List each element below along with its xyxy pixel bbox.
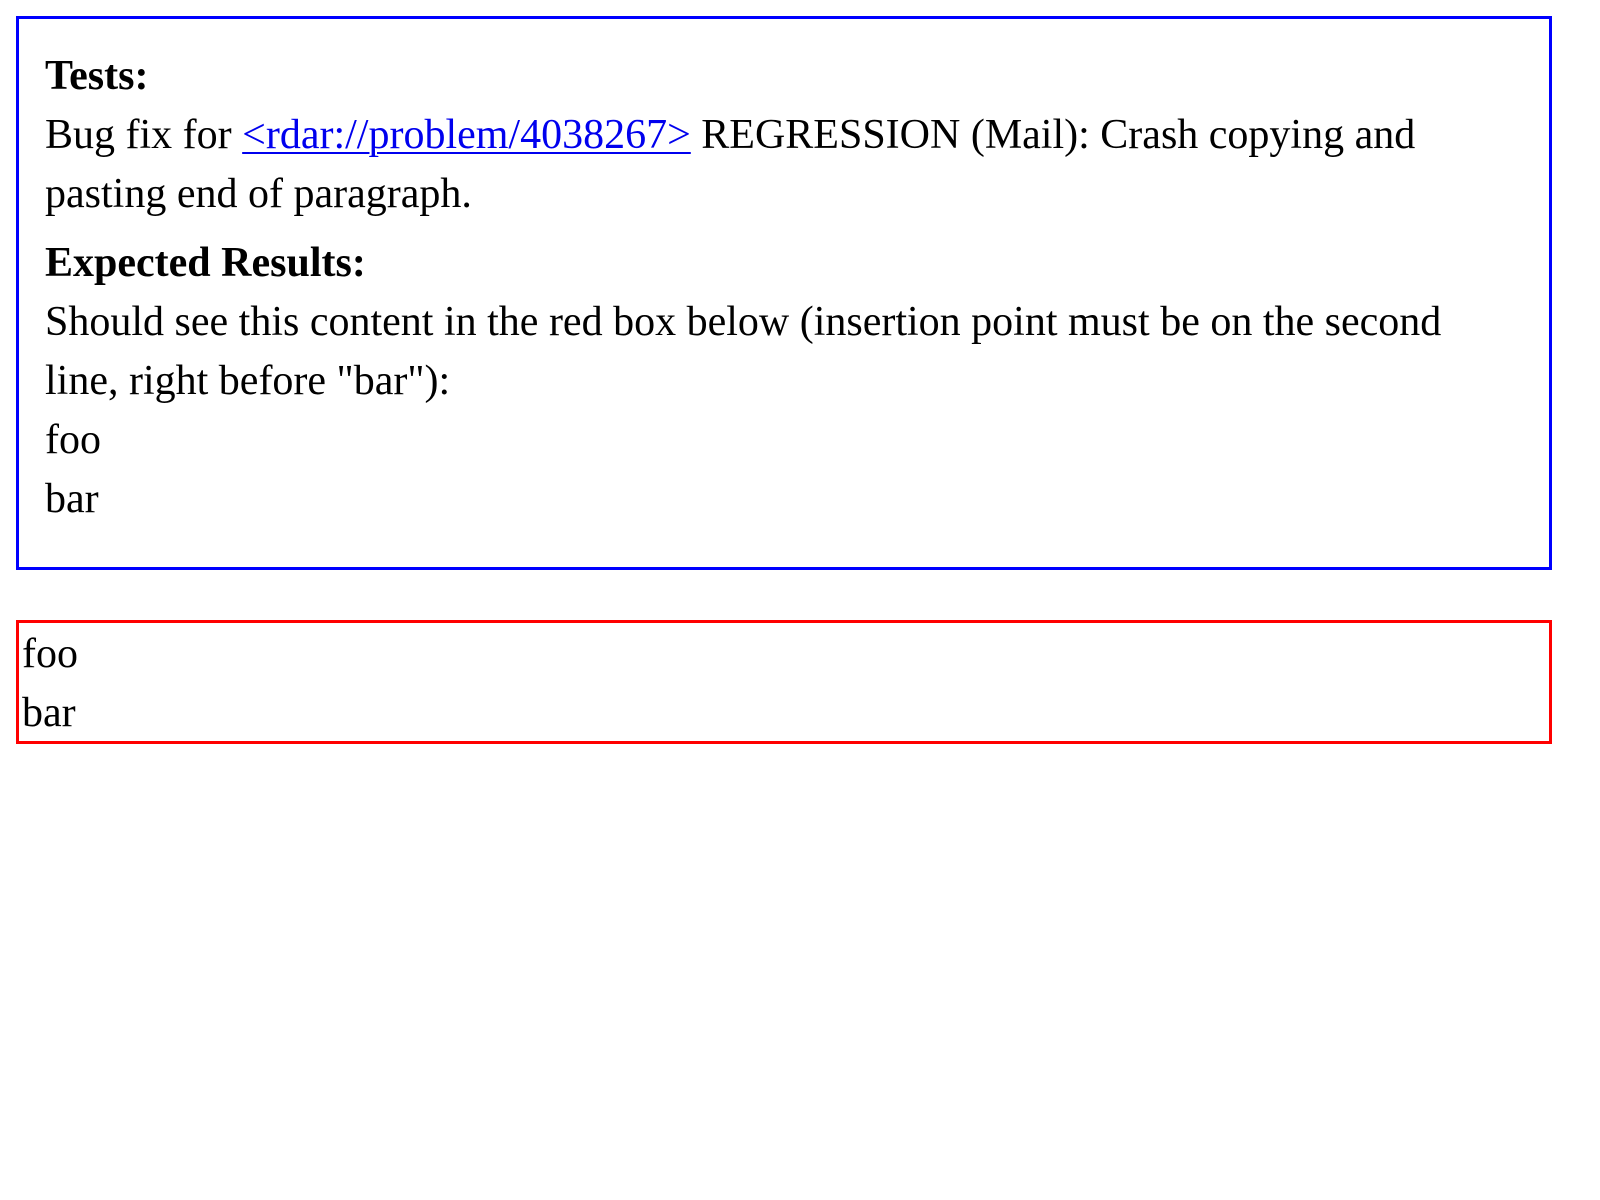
expected-line-2: bar xyxy=(45,476,99,522)
expected-line-1: foo xyxy=(45,417,101,463)
expected-results-heading: Expected Results: xyxy=(45,240,366,286)
tests-prefix: Bug fix for xyxy=(45,112,243,158)
test-box-line-2[interactable]: bar xyxy=(22,684,1549,743)
test-box-line-1[interactable]: foo xyxy=(22,625,1549,684)
explanation-box: Tests: Bug fix for <rdar://problem/40382… xyxy=(16,16,1552,570)
expected-results-description: Should see this content in the red box b… xyxy=(45,299,1442,404)
bug-report-link[interactable]: <rdar://problem/4038267> xyxy=(242,112,691,158)
tests-heading: Tests: xyxy=(45,53,149,99)
tests-description: Bug fix for <rdar://problem/4038267> REG… xyxy=(45,106,1523,224)
editable-test-box[interactable]: foo bar xyxy=(16,620,1552,744)
